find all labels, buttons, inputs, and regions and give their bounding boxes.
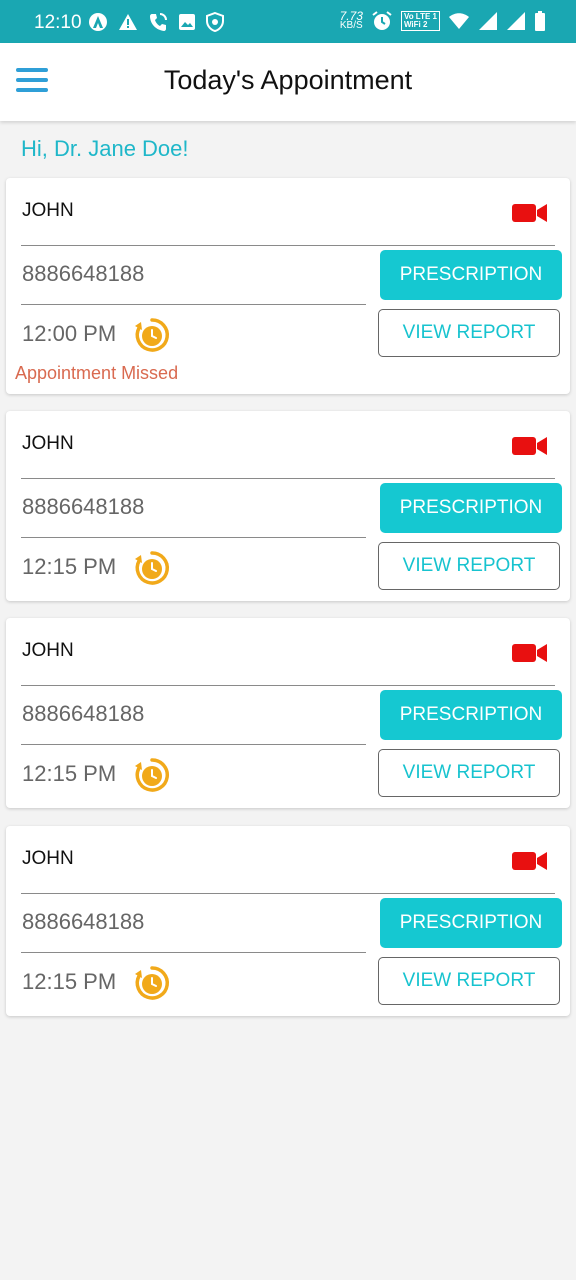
appointment-time: 12:15 PM: [22, 554, 117, 579]
page-title: Today's Appointment: [163, 65, 413, 95]
video-call-icon[interactable]: [512, 202, 548, 224]
status-time: 12:10: [34, 12, 82, 33]
clock-icon: [135, 318, 169, 352]
divider: [21, 952, 366, 953]
app-bar: Today's Appointment: [0, 43, 576, 121]
appointment-card: JOHN 8886648188 12:15 PM PRESCRIPTION VI…: [6, 826, 570, 1016]
video-call-icon[interactable]: [512, 435, 548, 457]
alarm-icon: [372, 11, 392, 30]
divider: [21, 478, 555, 479]
divider: [21, 245, 555, 246]
patient-phone: 8886648188: [22, 261, 145, 286]
patient-name: JOHN: [22, 640, 74, 661]
greeting-text: Hi, Dr. Jane Doe!: [21, 136, 189, 161]
notification-icons: [88, 12, 224, 32]
wifi-icon: [449, 13, 469, 29]
image-icon: [179, 14, 195, 30]
patient-phone: 8886648188: [22, 701, 145, 726]
signal-icon: [479, 12, 497, 30]
patient-phone: 8886648188: [22, 494, 145, 519]
appointment-time: 12:15 PM: [22, 969, 117, 994]
view-report-button[interactable]: VIEW REPORT: [378, 957, 560, 1005]
prescription-button[interactable]: PRESCRIPTION: [380, 250, 562, 300]
view-report-button[interactable]: VIEW REPORT: [378, 309, 560, 357]
patient-name: JOHN: [22, 848, 74, 869]
prescription-button[interactable]: PRESCRIPTION: [380, 898, 562, 948]
clock-icon: [135, 966, 169, 1000]
video-call-icon[interactable]: [512, 642, 548, 664]
patient-name: JOHN: [22, 200, 74, 221]
volte-icon: Vo LTE 1 WiFi 2: [400, 11, 440, 31]
appointment-card: JOHN 8886648188 12:15 PM PRESCRIPTION VI…: [6, 618, 570, 808]
view-report-button[interactable]: VIEW REPORT: [378, 542, 560, 590]
divider: [21, 744, 366, 745]
view-report-button[interactable]: VIEW REPORT: [378, 749, 560, 797]
clock-icon: [135, 551, 169, 585]
appointment-time: 12:00 PM: [22, 321, 117, 346]
arc-icon: [89, 13, 107, 31]
wifi-calling-icon: [150, 13, 167, 31]
signal-icon: [507, 12, 525, 30]
appointment-card: JOHN 8886648188 12:15 PM PRESCRIPTION VI…: [6, 411, 570, 601]
appointment-time: 12:15 PM: [22, 761, 117, 786]
video-call-icon[interactable]: [512, 850, 548, 872]
prescription-button[interactable]: PRESCRIPTION: [380, 483, 562, 533]
warning-icon: [119, 14, 137, 30]
clock-icon: [135, 758, 169, 792]
system-icons: 7.73 KB/S Vo LTE 1 WiFi 2: [340, 10, 546, 32]
net-speed: 7.73 KB/S: [339, 9, 363, 31]
patient-phone: 8886648188: [22, 909, 145, 934]
shield-icon: [206, 12, 224, 32]
divider: [21, 685, 555, 686]
status-bar: 12:10 7.73 KB/S Vo LTE 1 WiFi 2: [0, 0, 576, 43]
divider: [21, 304, 366, 305]
appointment-card: JOHN 8886648188 12:00 PM PRESCRIPTION VI…: [6, 178, 570, 394]
divider: [21, 537, 366, 538]
appointment-status: Appointment Missed: [15, 363, 179, 383]
prescription-button[interactable]: PRESCRIPTION: [380, 690, 562, 740]
battery-icon: [535, 11, 545, 31]
divider: [21, 893, 555, 894]
patient-name: JOHN: [22, 433, 74, 454]
